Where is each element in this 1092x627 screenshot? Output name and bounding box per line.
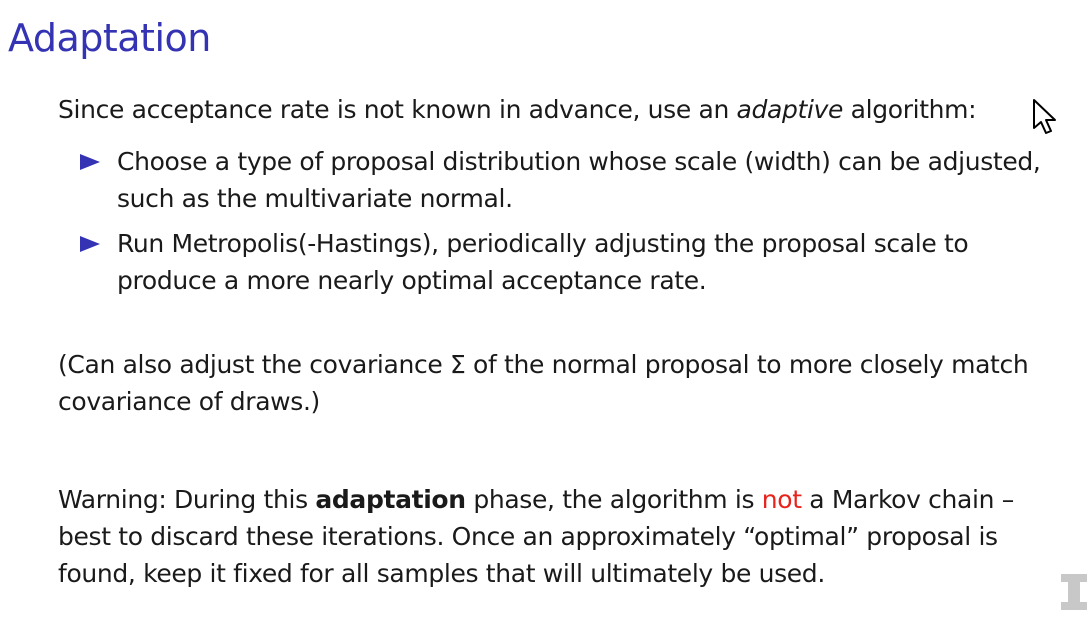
slide-title: Adaptation [8, 16, 211, 60]
watermark-logo [1061, 574, 1087, 610]
bullet-triangle-icon [80, 236, 100, 252]
intro-emphasis: adaptive [736, 95, 844, 124]
warning-red-word: not [761, 485, 802, 514]
note-line-2: covariance of draws.) [58, 387, 320, 416]
warning-line-3: found, keep it fixed for all samples tha… [58, 559, 825, 588]
intro-after: algorithm: [843, 95, 977, 124]
bullet-2-line-2: produce a more nearly optimal acceptance… [117, 266, 707, 295]
warning-line-2: best to discard these iterations. Once a… [58, 522, 998, 551]
intro-line: Since acceptance rate is not known in ad… [58, 91, 977, 128]
note-line-1: (Can also adjust the covariance Σ of the… [58, 350, 1029, 379]
warning-bold-term: adaptation [315, 485, 466, 514]
bullet-1-line-1: Choose a type of proposal distribution w… [117, 147, 1041, 176]
mouse-pointer-icon [1033, 99, 1056, 134]
bullet-1-line-2: such as the multivariate normal. [117, 184, 513, 213]
intro-before: Since acceptance rate is not known in ad… [58, 95, 737, 124]
bullet-triangle-icon [80, 154, 100, 170]
warning-mid: phase, the algorithm is [465, 485, 762, 514]
bullet-2-line-1: Run Metropolis(-Hastings), periodically … [117, 229, 969, 258]
warning-before: Warning: During this [58, 485, 316, 514]
warning-line-1: Warning: During this adaptation phase, t… [58, 481, 1014, 518]
warning-after: a Markov chain – [801, 485, 1014, 514]
